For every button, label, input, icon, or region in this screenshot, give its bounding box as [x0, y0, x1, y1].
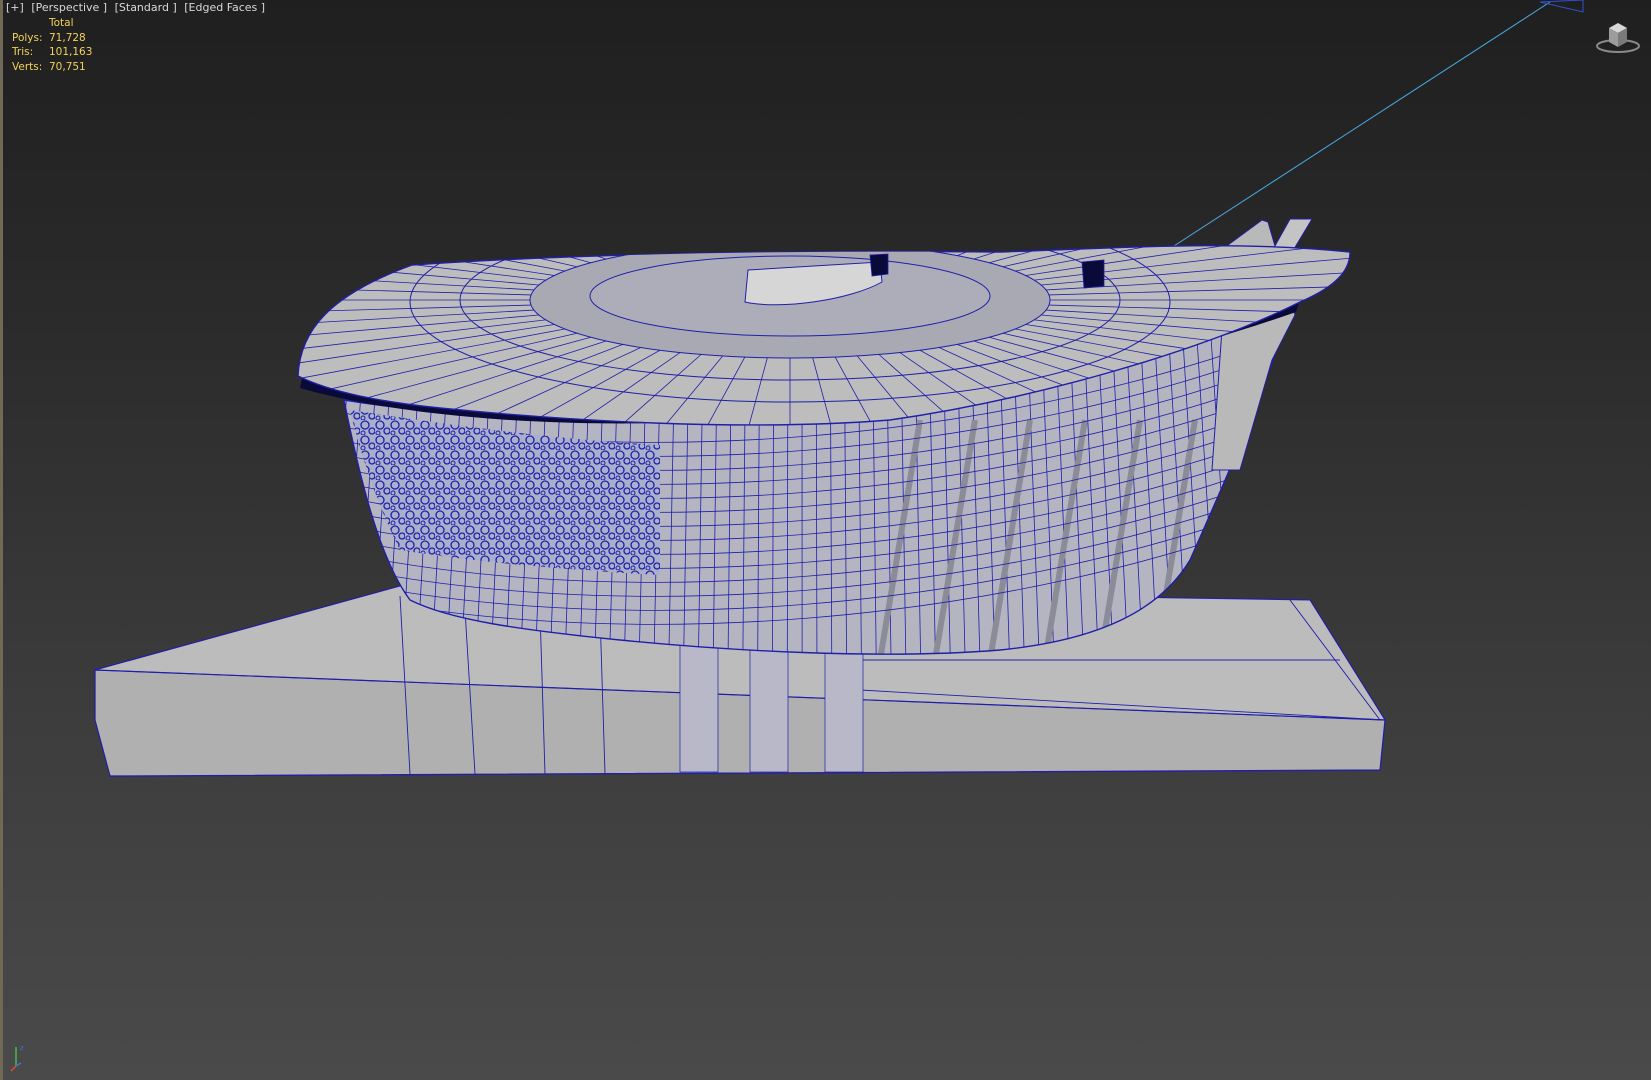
stats-label: Tris:: [12, 46, 34, 58]
stadium-model-mesh[interactable]: [0, 0, 1651, 1080]
stats-value: 101,163: [49, 46, 93, 58]
stats-label: Verts:: [12, 60, 43, 73]
stats-header: Total: [49, 17, 74, 29]
stats-row-verts: Verts: 70,751: [12, 60, 92, 75]
svg-text:z: z: [20, 1044, 24, 1052]
axis-tripod-icon: z: [10, 1044, 24, 1072]
stats-value: 71,728: [49, 31, 86, 44]
stats-value: 70,751: [49, 60, 86, 73]
viewport-style-menu[interactable]: [Edged Faces ]: [184, 1, 265, 14]
camera-object: [1539, 0, 1584, 13]
stats-label: Polys:: [12, 31, 43, 44]
viewport-view-menu[interactable]: [Perspective ]: [31, 1, 107, 14]
viewport-shading-menu[interactable]: [Standard ]: [115, 1, 177, 14]
stats-row-tris: Tris: 101,163: [12, 45, 92, 60]
viewport-label-menu: [+] [Perspective ] [Standard ] [Edged Fa…: [6, 1, 269, 14]
viewport-plus-menu[interactable]: [+]: [6, 1, 24, 14]
camera-target-line: [1159, 1, 1551, 256]
statistics-overlay: Total Polys: 71,728 Tris: 101,163 Verts:…: [12, 16, 92, 74]
perspective-viewport[interactable]: [+] [Perspective ] [Standard ] [Edged Fa…: [0, 0, 1651, 1080]
stats-row-polys: Polys: 71,728: [12, 31, 92, 46]
active-viewport-border: [0, 0, 3, 1080]
viewcube-icon[interactable]: [1594, 16, 1642, 56]
